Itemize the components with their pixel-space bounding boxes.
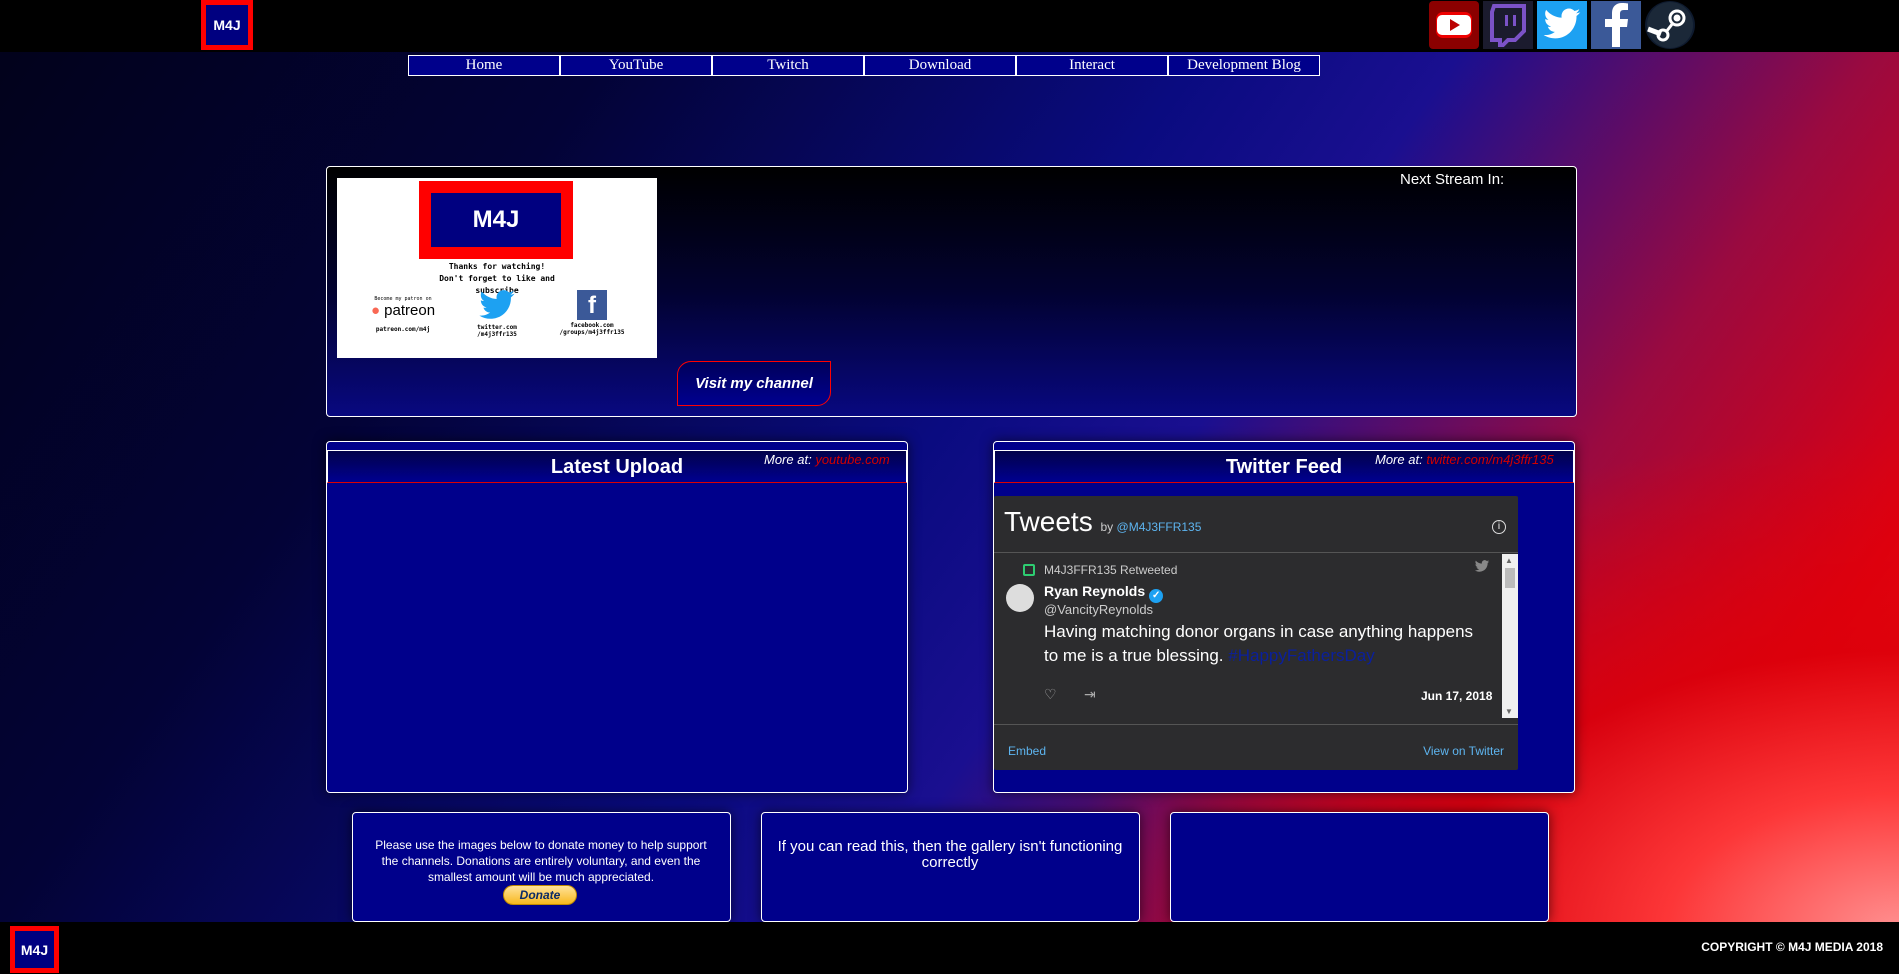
thumbnail-facebook: f facebook.com /groups/m4j3ffr135: [559, 290, 625, 336]
nav-home[interactable]: Home: [408, 55, 560, 76]
tweet-text: Having matching donor organs in case any…: [1044, 622, 1474, 665]
site-logo[interactable]: M4J: [201, 0, 253, 50]
scrollbar-thumb[interactable]: [1505, 568, 1515, 588]
top-bar: M4J: [0, 0, 1899, 52]
twitter-feed-more: More at: twitter.com/m4j3ffr135: [1375, 452, 1554, 467]
visit-channel-button[interactable]: Visit my channel: [677, 361, 831, 406]
copyright-text: COPYRIGHT © M4J MEDIA 2018: [1701, 940, 1883, 954]
retweeted-label: M4J3FFR135 Retweeted: [1044, 563, 1178, 577]
twitter-bird-icon: [479, 290, 515, 319]
hero-panel: M4J Thanks for watching! Don't forget to…: [326, 166, 1577, 417]
gallery-fallback-text: If you can read this, then the gallery i…: [777, 838, 1123, 871]
twitter-embed: Tweets by @M4J3FFR135 i M4J3FFR135 Retwe…: [994, 496, 1518, 770]
thumbnail-twitter: twitter.com /m4j3ffr135: [447, 290, 547, 338]
footer-logo[interactable]: M4J: [10, 926, 59, 973]
divider: [994, 724, 1518, 725]
footer: M4J COPYRIGHT © M4J MEDIA 2018: [0, 922, 1899, 974]
youtube-icon[interactable]: [1429, 1, 1479, 49]
thumbnail-logo: M4J: [419, 181, 573, 259]
avatar[interactable]: [1006, 584, 1034, 612]
divider: [994, 552, 1518, 553]
donate-panel: Please use the images below to donate mo…: [352, 812, 731, 922]
twitter-feed-panel: Twitter Feed More at: twitter.com/m4j3ff…: [993, 441, 1575, 793]
next-stream-label: Next Stream In:: [1400, 171, 1505, 188]
embed-handle-link[interactable]: @M4J3FFR135: [1117, 520, 1202, 534]
heart-icon[interactable]: ♡: [1044, 686, 1057, 703]
scroll-up-arrow-icon[interactable]: ▲: [1505, 556, 1513, 565]
facebook-icon[interactable]: [1591, 1, 1641, 49]
hashtag-link[interactable]: #HappyFathersDay: [1228, 646, 1374, 665]
steam-icon[interactable]: [1645, 1, 1695, 49]
nav-twitch[interactable]: Twitch: [712, 55, 864, 76]
latest-upload-header: Latest Upload More at: youtube.com: [327, 450, 907, 483]
empty-panel: [1170, 812, 1549, 922]
nav-download[interactable]: Download: [864, 55, 1016, 76]
gallery-panel: If you can read this, then the gallery i…: [761, 812, 1140, 922]
tweet-author-name[interactable]: Ryan Reynolds ✓: [1044, 583, 1164, 603]
twitter-bird-icon[interactable]: [1474, 560, 1490, 576]
donate-text: Please use the images below to donate mo…: [375, 838, 707, 884]
twitch-icon[interactable]: [1483, 1, 1533, 49]
tweet-author-handle[interactable]: @VancityReynolds: [1044, 602, 1153, 617]
channel-thumbnail[interactable]: M4J Thanks for watching! Don't forget to…: [337, 178, 657, 358]
donate-button[interactable]: Donate: [503, 885, 577, 905]
view-on-twitter-link[interactable]: View on Twitter: [1423, 744, 1504, 758]
latest-upload-panel: Latest Upload More at: youtube.com: [326, 441, 908, 793]
patreon-icon: ●: [370, 302, 380, 319]
tweets-scrollbar[interactable]: ▲ ▼: [1502, 554, 1518, 718]
nav-development-blog[interactable]: Development Blog: [1168, 55, 1320, 76]
twitter-icon[interactable]: [1537, 1, 1587, 49]
embed-link[interactable]: Embed: [1008, 744, 1046, 758]
tweets-heading: Tweets by @M4J3FFR135: [1004, 506, 1202, 537]
tweet-date[interactable]: Jun 17, 2018: [1421, 689, 1492, 703]
main-nav: Home YouTube Twitch Download Interact De…: [408, 55, 1320, 76]
retweet-icon: [1023, 564, 1035, 576]
info-icon[interactable]: i: [1492, 520, 1506, 534]
verified-icon: ✓: [1149, 589, 1164, 603]
nav-interact[interactable]: Interact: [1016, 55, 1168, 76]
nav-youtube[interactable]: YouTube: [560, 55, 712, 76]
youtube-link[interactable]: youtube.com: [815, 452, 889, 467]
twitter-feed-header: Twitter Feed More at: twitter.com/m4j3ff…: [994, 450, 1574, 483]
twitter-profile-link[interactable]: twitter.com/m4j3ffr135: [1426, 452, 1553, 467]
share-icon[interactable]: ⇥: [1084, 686, 1096, 703]
thumbnail-patreon: Become my patron on ● patreon patreon.co…: [370, 296, 436, 333]
scroll-down-arrow-icon[interactable]: ▼: [1505, 707, 1513, 716]
facebook-square-icon: f: [577, 290, 607, 320]
latest-upload-more: More at: youtube.com: [764, 452, 890, 467]
